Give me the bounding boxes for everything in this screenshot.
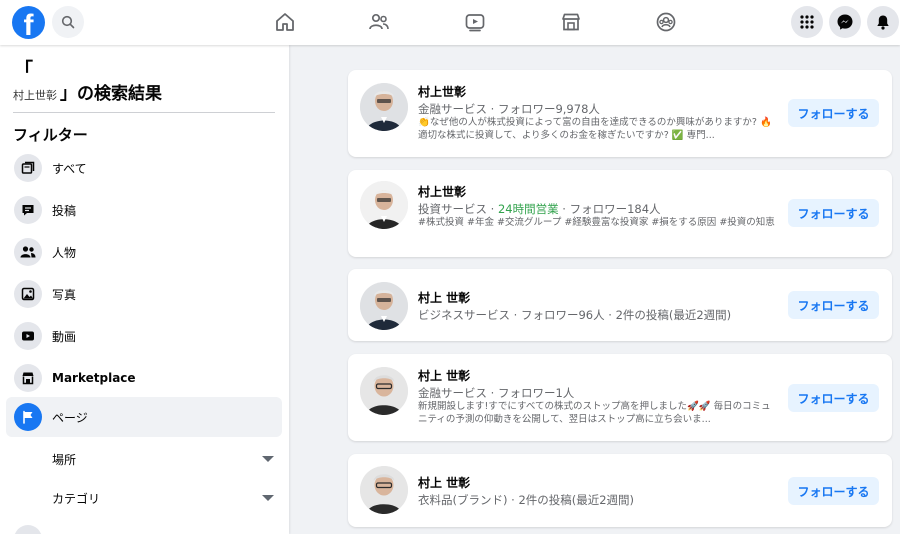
chevron-down-icon bbox=[262, 456, 274, 462]
search-button[interactable] bbox=[52, 6, 84, 38]
filter-marketplace[interactable]: Marketplace bbox=[6, 358, 282, 398]
filter-pages[interactable]: ページ bbox=[6, 397, 282, 437]
sub-filter-location-label: 場所 bbox=[52, 452, 77, 467]
result-name[interactable]: 村上 世彰 bbox=[418, 474, 470, 491]
result-meta: ビジネスサービス · フォロワー96人 · 2件の投稿(最近2週間) bbox=[418, 308, 732, 322]
friends-tab[interactable] bbox=[365, 8, 393, 36]
open-hours-badge: 24時間営業 bbox=[497, 202, 559, 216]
filter-all[interactable]: すべて bbox=[6, 148, 282, 188]
all-results-icon bbox=[14, 154, 42, 182]
result-name[interactable]: 村上世彰 bbox=[418, 83, 466, 100]
search-heading-suffix: 」の検索結果 bbox=[60, 84, 162, 104]
sub-filter-category-label: カテゴリ bbox=[52, 491, 101, 506]
result-card[interactable]: 村上 世彰 金融サービス · フォロワー1人 新規開設します!すでにすべての株式… bbox=[348, 354, 892, 441]
avatar[interactable] bbox=[360, 282, 408, 330]
filter-photos[interactable]: 写真 bbox=[6, 274, 282, 314]
filter-people[interactable]: 人物 bbox=[6, 232, 282, 272]
posts-icon bbox=[14, 196, 42, 224]
filter-title: フィルター bbox=[13, 126, 88, 144]
result-meta: 衣料品(ブランド) · 2件の投稿(最近2週間) bbox=[418, 493, 635, 507]
photos-icon bbox=[14, 280, 42, 308]
messenger-icon bbox=[837, 14, 853, 30]
flag-icon bbox=[14, 403, 42, 431]
filter-videos-label: 動画 bbox=[52, 329, 77, 344]
watch-icon bbox=[465, 14, 485, 32]
filter-all-label: すべて bbox=[52, 161, 87, 176]
filter-pages-label: ページ bbox=[52, 410, 88, 425]
filter-posts-label: 投稿 bbox=[52, 203, 77, 218]
result-meta: 金融サービス · フォロワー9,978人 bbox=[418, 102, 600, 116]
follow-button[interactable]: フォローする bbox=[788, 291, 879, 319]
avatar[interactable] bbox=[360, 367, 408, 415]
chevron-down-icon bbox=[262, 495, 274, 501]
menu-grid-icon bbox=[800, 15, 814, 29]
result-card[interactable]: 村上 世彰 衣料品(ブランド) · 2件の投稿(最近2週間) フォローする bbox=[348, 454, 892, 527]
marketplace-icon bbox=[562, 13, 580, 31]
result-description: 新規開設します!すでにすべての株式のストップ高を押しました🚀🚀 毎日のコミュニテ… bbox=[418, 401, 771, 425]
meta-category: 投資サービス · bbox=[418, 202, 498, 216]
logo-letter: f bbox=[23, 9, 34, 39]
result-card[interactable]: 村上世彰 投資サービス · 24時間営業 · フォロワー184人 #株式投資 #… bbox=[348, 170, 892, 257]
result-name[interactable]: 村上世彰 bbox=[418, 183, 466, 200]
avatar[interactable] bbox=[360, 466, 408, 514]
facebook-logo[interactable]: f bbox=[12, 6, 45, 39]
messenger-button[interactable] bbox=[829, 6, 861, 38]
avatar[interactable] bbox=[360, 181, 408, 229]
filter-sidebar: 「 村上世彰 」の検索結果 フィルター すべて 投稿 人物 写真 動画 Mark… bbox=[0, 45, 289, 534]
result-card[interactable]: 村上 世彰 ビジネスサービス · フォロワー96人 · 2件の投稿(最近2週間)… bbox=[348, 269, 892, 341]
result-name[interactable]: 村上 世彰 bbox=[418, 289, 470, 306]
watch-tab[interactable] bbox=[461, 8, 489, 36]
filter-videos[interactable]: 動画 bbox=[6, 316, 282, 356]
sidebar-divider bbox=[13, 112, 275, 113]
marketplace-icon bbox=[14, 364, 42, 392]
search-heading-open: 「 bbox=[14, 59, 34, 81]
follow-button[interactable]: フォローする bbox=[788, 99, 879, 127]
follow-button[interactable]: フォローする bbox=[788, 477, 879, 505]
home-icon bbox=[276, 13, 294, 31]
groups-tab[interactable] bbox=[652, 8, 680, 36]
videos-icon bbox=[14, 322, 42, 350]
result-description: 👏なぜ他の人が株式投資によって富の自由を達成できるのか興味がありますか? 🔥 適… bbox=[418, 117, 772, 141]
groups-icon bbox=[656, 12, 676, 32]
follow-button[interactable]: フォローする bbox=[788, 384, 879, 412]
filter-marketplace-label: Marketplace bbox=[52, 371, 136, 385]
people-icon bbox=[14, 238, 42, 266]
result-description: #株式投資 #年金 #交流グループ #経験豊富な投資家 #損をする原因 #投資の… bbox=[418, 217, 775, 228]
result-meta: 投資サービス · 24時間営業 · フォロワー184人 bbox=[418, 201, 661, 217]
result-card[interactable]: 村上世彰 金融サービス · フォロワー9,978人 👏なぜ他の人が株式投資によっ… bbox=[348, 70, 892, 157]
filter-posts[interactable]: 投稿 bbox=[6, 190, 282, 230]
friends-icon bbox=[369, 13, 389, 30]
search-query: 村上世彰 bbox=[13, 89, 57, 102]
avatar[interactable] bbox=[360, 83, 408, 131]
search-icon bbox=[61, 15, 75, 29]
menu-button[interactable] bbox=[791, 6, 823, 38]
home-tab[interactable] bbox=[271, 8, 299, 36]
marketplace-tab[interactable] bbox=[557, 8, 585, 36]
follow-button[interactable]: フォローする bbox=[788, 199, 879, 227]
more-filter-icon[interactable] bbox=[14, 525, 42, 534]
top-navigation-bar: f bbox=[0, 0, 900, 45]
meta-followers: · フォロワー184人 bbox=[558, 202, 661, 216]
sub-filter-location[interactable]: 場所 bbox=[52, 444, 274, 474]
result-name[interactable]: 村上 世彰 bbox=[418, 367, 470, 384]
result-meta: 金融サービス · フォロワー1人 bbox=[418, 386, 575, 400]
notifications-button[interactable] bbox=[867, 6, 899, 38]
filter-photos-label: 写真 bbox=[52, 287, 77, 302]
bell-icon bbox=[877, 15, 889, 30]
sub-filter-category[interactable]: カテゴリ bbox=[52, 483, 274, 513]
filter-people-label: 人物 bbox=[52, 245, 77, 260]
